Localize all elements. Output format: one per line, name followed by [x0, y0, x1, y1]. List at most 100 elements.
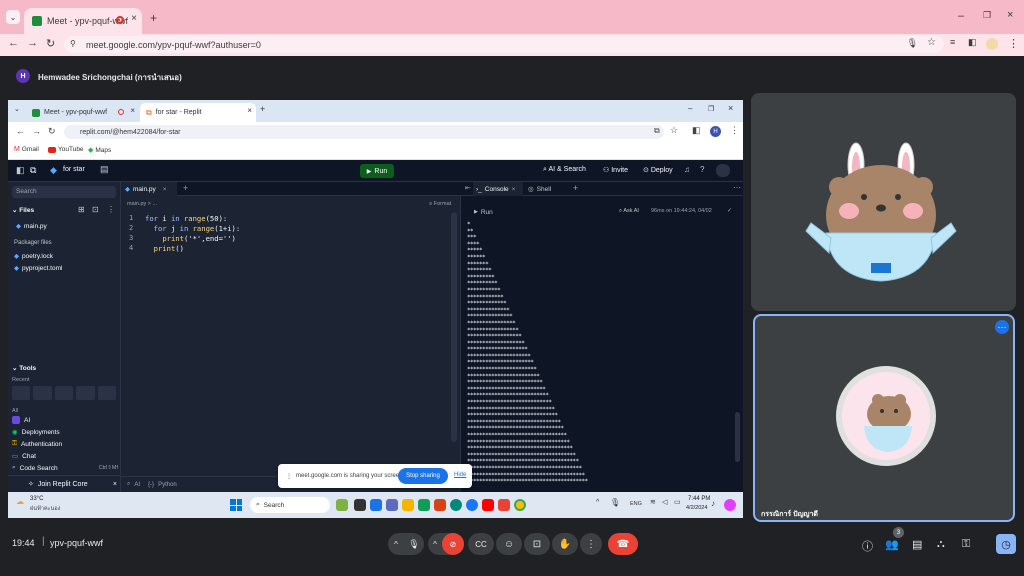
tool-item-chat[interactable]: ▭ Chat [12, 452, 36, 461]
recent-tool-slot[interactable] [12, 386, 31, 400]
recent-tool-slot[interactable] [76, 386, 95, 400]
bookmark-youtube[interactable]: YouTube [48, 146, 84, 153]
edge-icon[interactable] [450, 499, 462, 511]
outer-url-field[interactable]: ⚲ meet.google.com/ypv-pquf-wwf?authuser=… [64, 36, 944, 53]
menu-kebab-icon[interactable]: ⋮ [1008, 37, 1019, 50]
leave-call-button[interactable]: ☎ [608, 533, 638, 555]
tool-item-authentication[interactable]: ⚿ Authentication [12, 440, 62, 448]
bookmark-gmail[interactable]: M Gmail [14, 146, 39, 153]
file-explorer-icon[interactable] [370, 499, 382, 511]
tray-chevron-icon[interactable]: ^ [596, 499, 599, 506]
wifi-icon[interactable]: ≋ [650, 498, 656, 506]
forward-icon[interactable]: → [27, 37, 38, 49]
console-tab[interactable]: ›_ Console × [473, 182, 523, 196]
file-item[interactable]: ◆ poetry.lock [14, 252, 53, 261]
language-indicator[interactable]: ENG [630, 501, 642, 507]
inner-url-field[interactable]: replit.com/@hem422084/for-star [64, 125, 664, 139]
taskbar-date[interactable]: 4/2/2024 [686, 505, 707, 511]
file-item[interactable]: ◆ main.py [12, 220, 116, 232]
deploy-button[interactable]: ⊙ Deploy [643, 166, 673, 174]
new-tab-icon[interactable]: + [150, 11, 157, 25]
minimize-icon[interactable]: – [958, 10, 964, 22]
code-line-2[interactable]: for j in range(1+i): [145, 224, 241, 233]
mic-control[interactable]: ^ 🎙 [388, 533, 424, 555]
code-line-4[interactable]: print() [145, 244, 184, 253]
files-menu-icon[interactable]: ⋮ [107, 205, 115, 214]
replit-logo-icon[interactable]: ⧉ [30, 165, 36, 176]
store-icon[interactable] [418, 499, 430, 511]
console-scrollbar[interactable] [735, 412, 740, 462]
join-core-button[interactable]: ✧ Join Replit Core × [8, 475, 121, 492]
tile-more-options-icon[interactable]: ⋯ [995, 320, 1009, 334]
notifications-icon[interactable]: ♫ [684, 165, 690, 174]
new-console-tab-icon[interactable]: + [573, 183, 578, 193]
meeting-code[interactable]: ypv-pquf-wwf [50, 538, 103, 548]
close-window-icon[interactable]: × [1007, 9, 1013, 21]
recent-tool-slot[interactable] [97, 386, 117, 400]
forward-icon[interactable]: → [32, 126, 41, 136]
participant-tile-presenter[interactable] [751, 93, 1016, 311]
reload-icon[interactable]: ↻ [48, 126, 56, 137]
editor-tab-main[interactable]: ◆ main.py × [121, 182, 177, 196]
console-menu-icon[interactable]: ⋯ [733, 183, 741, 192]
close-tab-icon[interactable]: × [247, 106, 252, 115]
menu-kebab-icon[interactable]: ⋮ [730, 125, 739, 136]
task-view-icon[interactable] [354, 499, 366, 511]
user-menu-avatar[interactable] [716, 164, 730, 177]
chat-icon[interactable]: ▤ [912, 538, 922, 551]
sidepanel-icon[interactable]: ◧ [968, 37, 977, 48]
folder-icon[interactable] [402, 499, 414, 511]
notification-bell-icon[interactable]: ♪ [711, 499, 715, 508]
format-button[interactable]: ≡ Format [429, 201, 451, 207]
camera-options-chevron-icon[interactable]: ^ [428, 540, 442, 549]
close-window-icon[interactable]: × [728, 103, 733, 113]
reload-icon[interactable]: ↻ [46, 37, 55, 50]
activities-icon[interactable]: ⛬ [937, 538, 945, 551]
minimize-icon[interactable]: – [688, 104, 692, 113]
youtube-icon[interactable] [482, 499, 494, 511]
tab-list-chevron-icon[interactable]: ⌄ [6, 10, 20, 24]
profile-avatar[interactable] [986, 38, 998, 50]
cast-icon[interactable]: ≡ [950, 37, 955, 47]
host-controls-icon[interactable]: ⚿ [962, 538, 970, 551]
tool-item-code-search[interactable]: ⌕ Code Search Ctrl⇧Mf [12, 464, 118, 472]
inner-profile-avatar[interactable]: H [710, 126, 721, 137]
close-tab-icon[interactable]: × [131, 13, 137, 24]
invite-button[interactable]: ⚇ Invite [603, 166, 628, 174]
battery-icon[interactable]: ▭ [674, 498, 681, 506]
back-icon[interactable]: ← [8, 37, 19, 49]
widget-app-icon[interactable] [336, 499, 348, 511]
ai-search-button[interactable]: ⌕ AI & Search [543, 166, 586, 174]
files-heading[interactable]: ⌄ Files [12, 206, 34, 214]
sidebar-toggle-icon[interactable]: ◧ [16, 165, 25, 176]
chrome-icon[interactable] [514, 499, 526, 511]
close-tab-icon[interactable]: × [163, 186, 167, 193]
close-tab-icon[interactable]: × [512, 186, 516, 193]
shell-tab[interactable]: ◎ Shell [525, 182, 565, 196]
dismiss-icon[interactable]: × [113, 481, 117, 488]
facebook-icon[interactable] [466, 499, 478, 511]
recent-tool-slot[interactable] [33, 386, 52, 400]
camera-off-icon[interactable]: ⊘ [442, 533, 464, 555]
repl-name[interactable]: for star [63, 166, 85, 173]
office-app-icon[interactable] [498, 499, 510, 511]
close-tab-icon[interactable]: × [130, 106, 135, 115]
office-icon[interactable] [434, 499, 446, 511]
help-icon[interactable]: ? [700, 165, 704, 174]
mic-icon[interactable]: 🎙 [404, 534, 424, 554]
new-folder-icon[interactable]: ⊡ [92, 205, 99, 214]
console-collapse-icon[interactable]: ⇤ [465, 184, 471, 192]
inner-tab-replit[interactable]: ⧉ for star - Replit × [140, 103, 256, 122]
code-line-3[interactable]: print('*',end='') [145, 234, 236, 243]
participant-tile-self[interactable]: ⋯ กรรณิการ์ ปัญญาดี [753, 314, 1015, 522]
bookmark-star-icon[interactable]: ☆ [927, 37, 936, 48]
new-editor-tab-icon[interactable]: + [183, 183, 188, 193]
sidepanel-icon[interactable]: ◧ [692, 125, 701, 136]
site-info-icon[interactable]: ⚲ [70, 39, 76, 48]
taskbar-search[interactable]: ⌕ Search [250, 497, 330, 513]
hide-banner-link[interactable]: Hide [454, 472, 466, 478]
people-icon[interactable]: 👥 [885, 538, 899, 551]
console-run-button[interactable]: ▶ Run [471, 206, 501, 218]
stop-sharing-button[interactable]: Stop sharing [398, 468, 448, 484]
drag-handle-icon[interactable]: ⋮ [286, 473, 292, 480]
